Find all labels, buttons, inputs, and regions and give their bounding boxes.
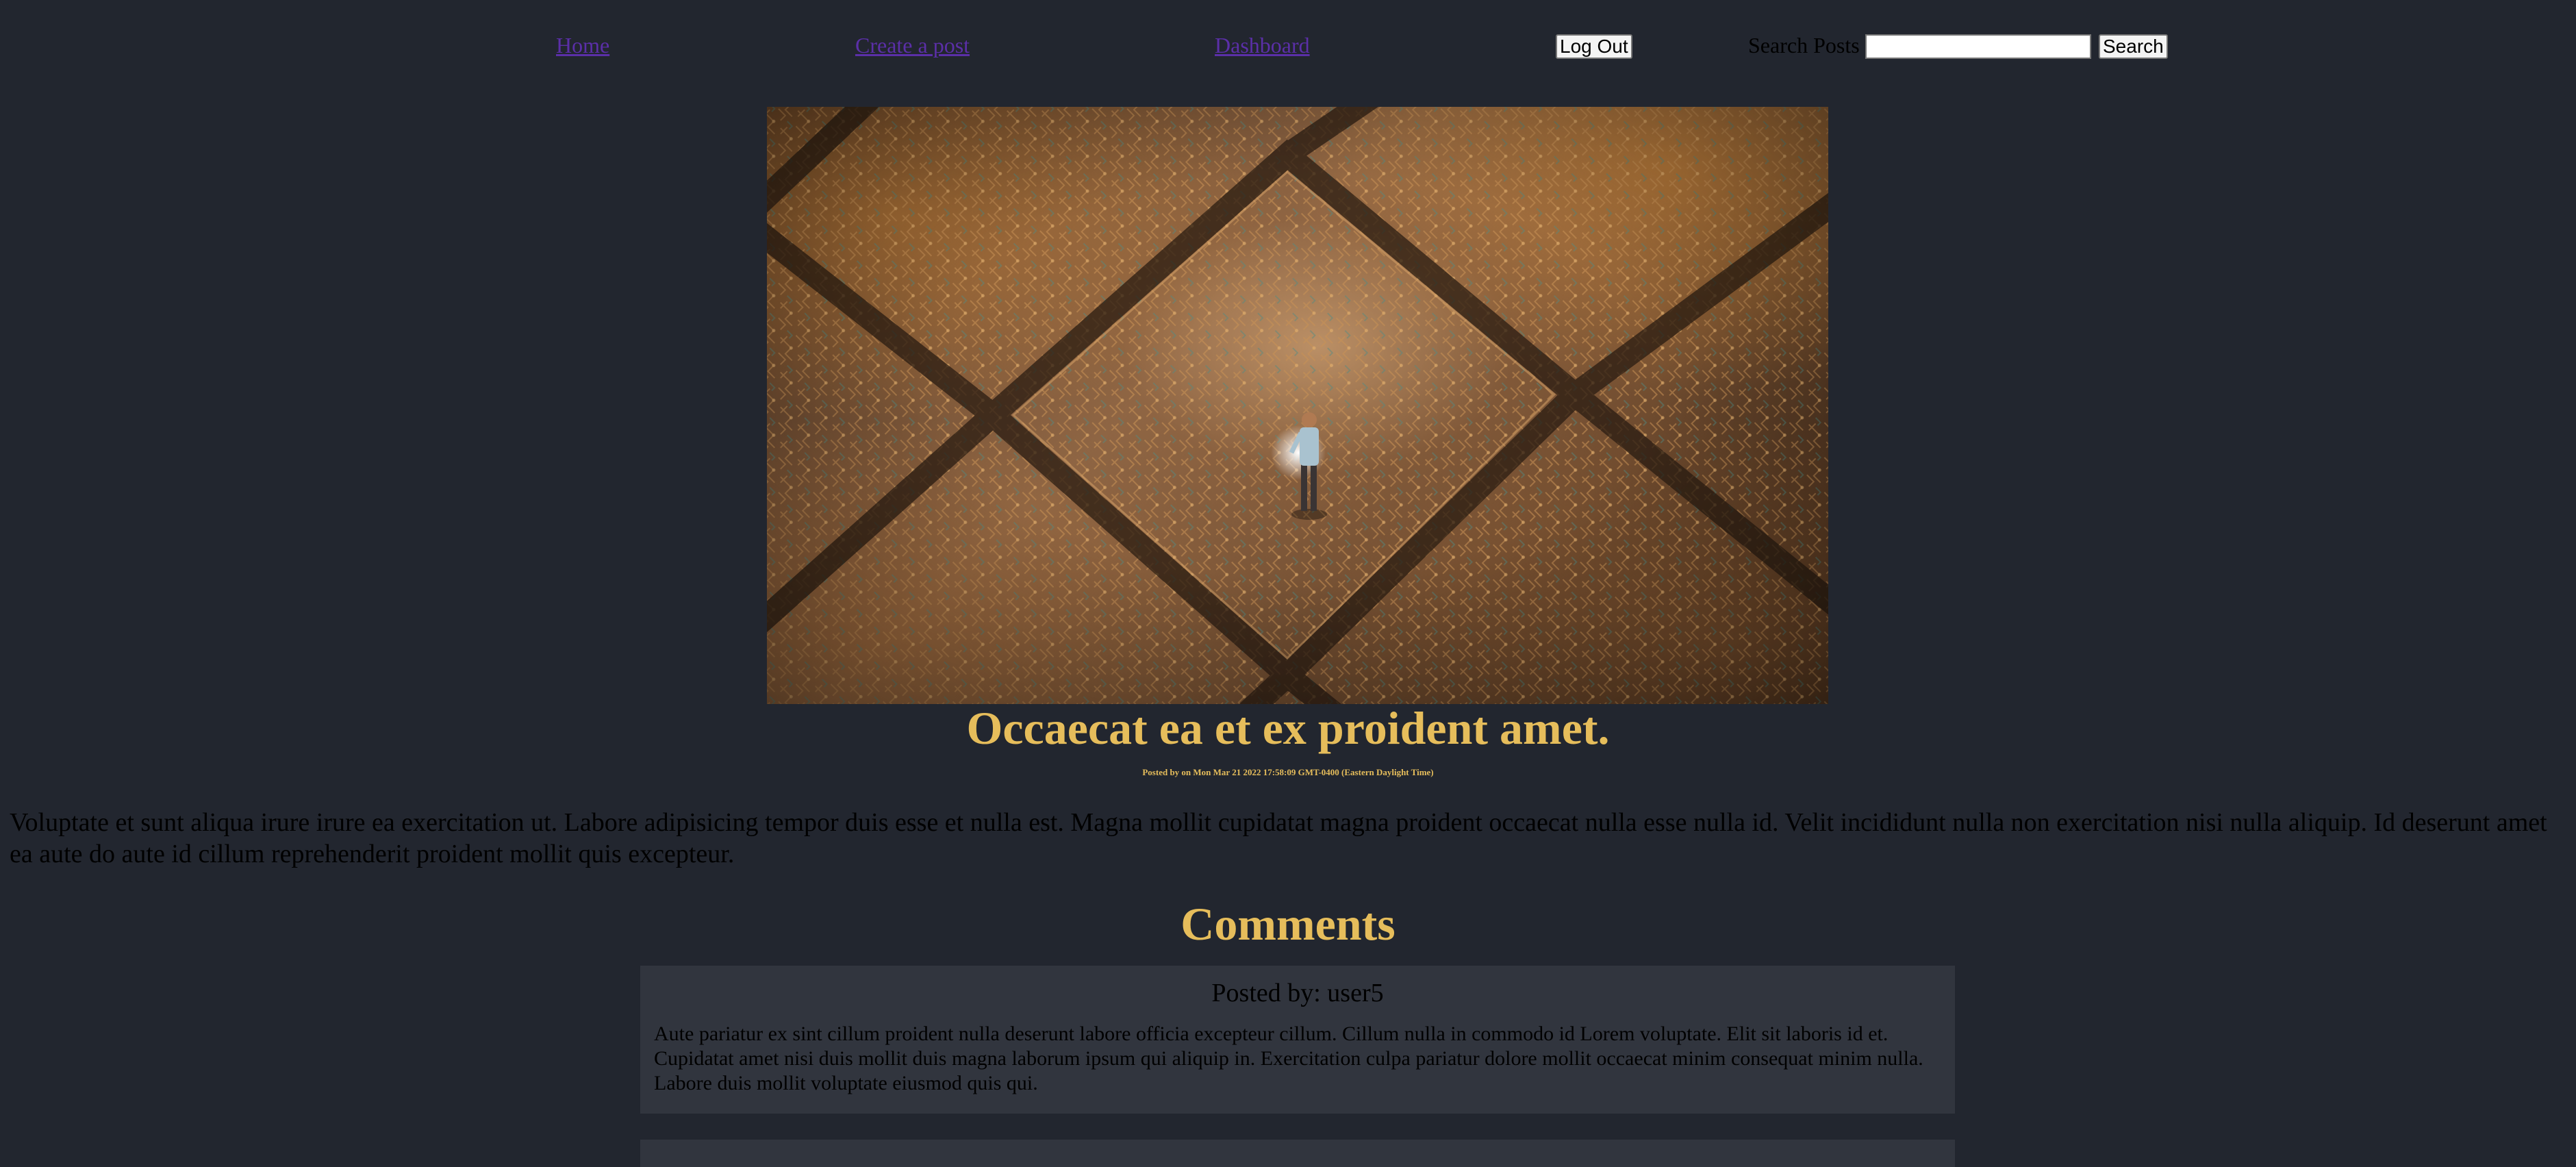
top-nav: Home Create a post Dashboard Log Out Sea… [0, 0, 2576, 96]
post-body: Voluptate et sunt aliqua irure irure ea … [10, 808, 2547, 868]
post-image [767, 107, 1828, 704]
comment-text: Aute pariatur ex sint cillum proident nu… [654, 1022, 1923, 1094]
comments-heading: Comments [1180, 898, 1396, 950]
post-title: Occaecat ea et ex proident amet. [966, 702, 1610, 754]
search-button[interactable]: Search [2099, 34, 2168, 59]
comment-author: Posted by: user5 [1211, 979, 1384, 1007]
logout-button[interactable]: Log Out [1556, 34, 1632, 59]
nav-link-home[interactable]: Home [556, 33, 609, 58]
nav-link-create-post[interactable]: Create a post [855, 33, 970, 58]
comment-card: Posted by: user5 Aute pariatur ex sint c… [640, 966, 1955, 1114]
post-meta: Posted by on Mon Mar 21 2022 17:58:09 GM… [1142, 767, 1434, 777]
search-input[interactable] [1865, 34, 2091, 59]
circuit-illustration [767, 107, 1828, 704]
search-label: Search Posts [1748, 33, 1860, 58]
comment-card [640, 1140, 1955, 1167]
nav-link-dashboard[interactable]: Dashboard [1215, 33, 1310, 58]
